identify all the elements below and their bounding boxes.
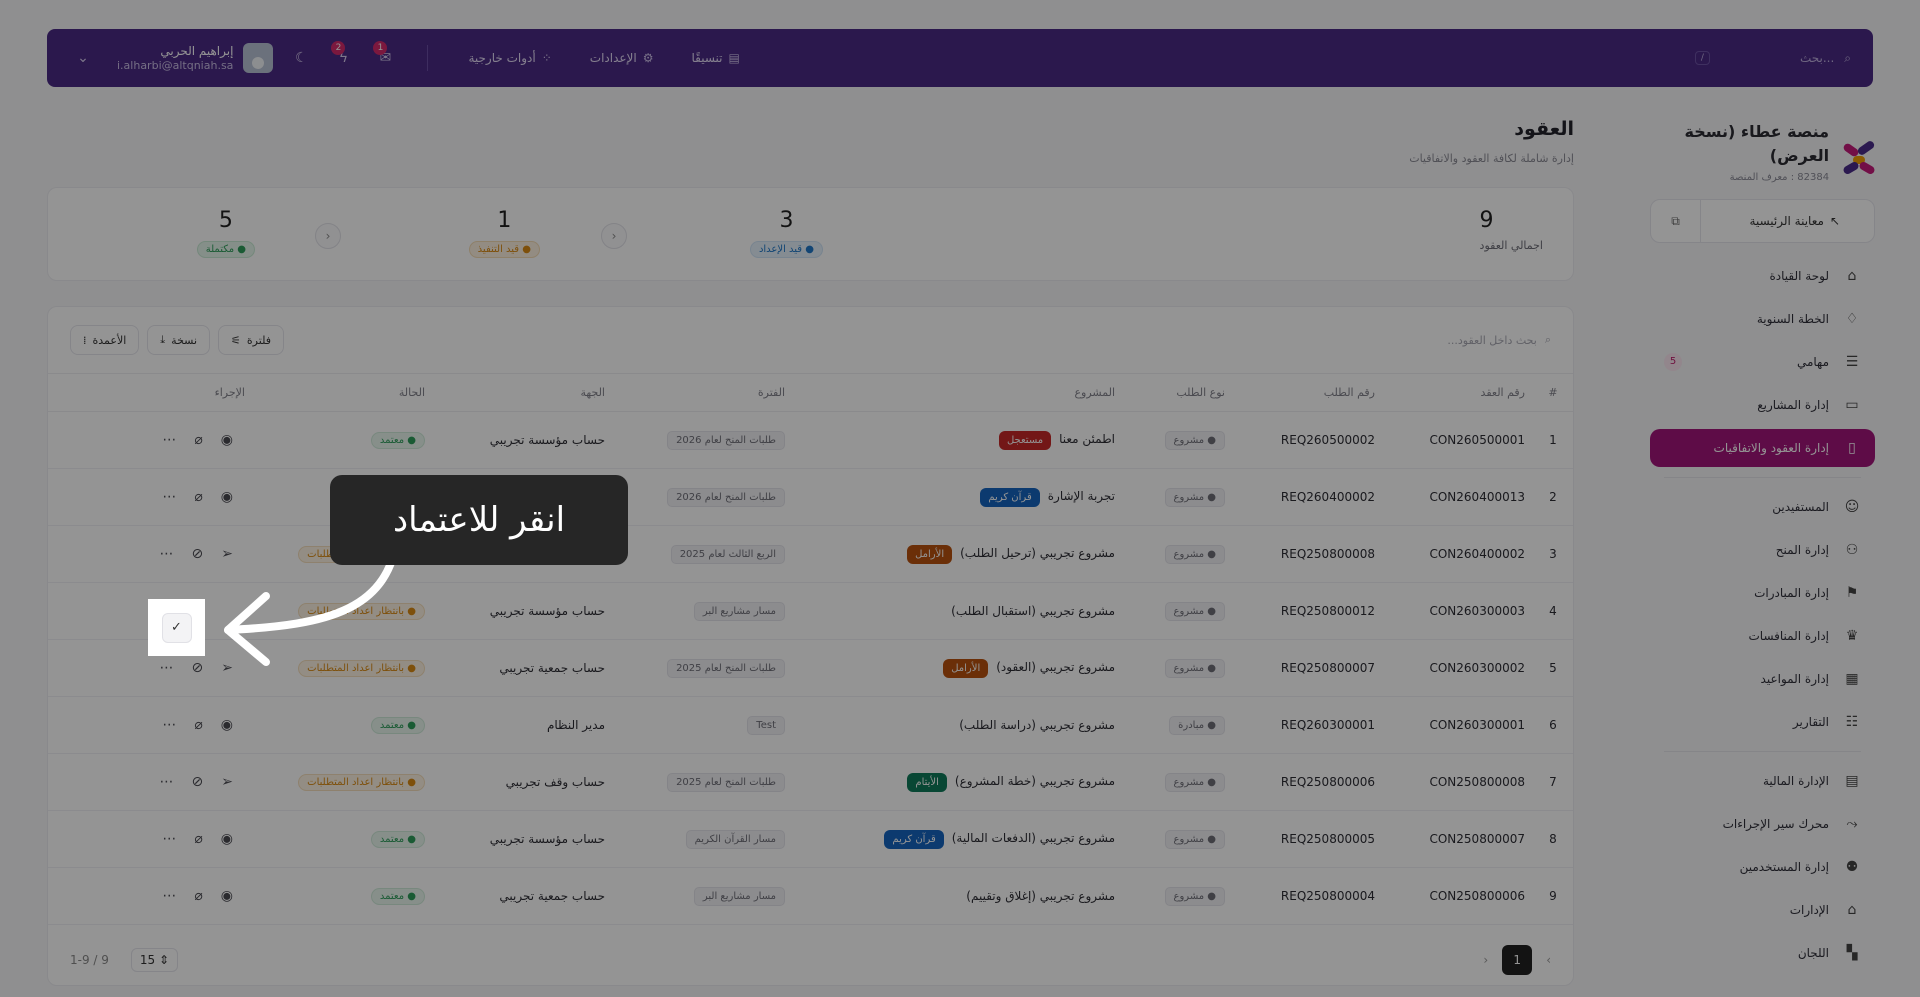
check-icon: ✓	[171, 620, 182, 635]
app-root: ⌄ إبراهيم الحربي i.alharbi@altqniah.sa ☾…	[0, 0, 1920, 997]
tour-arrow	[224, 528, 402, 666]
tour-tooltip: انقر للاعتماد	[330, 475, 628, 565]
approve-button[interactable]: ✓	[161, 612, 192, 643]
approve-spotlight: ✓	[148, 599, 205, 656]
